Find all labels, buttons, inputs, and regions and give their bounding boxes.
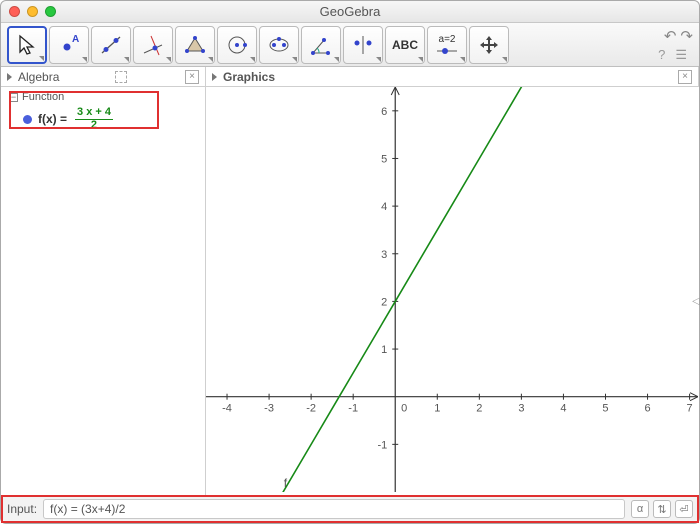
redo-button[interactable]: ↷ [680,27,693,45]
collapse-minus-icon: − [9,93,18,102]
graphics-panel[interactable]: -4 -3 -2 -1 0 1 2 3 4 5 6 7 -1 1 2 3 4 5 6 f ◁ [206,87,699,495]
svg-text:4: 4 [560,403,566,415]
svg-text:5: 5 [602,403,608,415]
polygon-tool[interactable] [175,26,215,64]
svg-text:2: 2 [476,403,482,415]
svg-text:1: 1 [381,344,387,356]
svg-text:-1: -1 [348,403,358,415]
move-view-tool[interactable] [469,26,509,64]
text-tool[interactable]: ABC [385,26,425,64]
line-tool[interactable] [91,26,131,64]
input-bar: Input: α ⇅ ⏎ [1,495,699,523]
app-window: GeoGebra A [0,0,700,524]
svg-text:A: A [72,34,79,45]
alpha-button[interactable]: α [631,500,649,518]
detach-icon[interactable] [115,71,127,83]
svg-text:-1: -1 [377,439,387,451]
angle-icon [309,33,333,57]
graphics-panel-header[interactable]: Graphics × [206,67,699,86]
svg-text:7: 7 [687,403,693,415]
window-controls [9,6,56,17]
svg-text:1: 1 [434,403,440,415]
algebra-panel: − Function f(x) = 3 x + 4 2 [1,87,206,495]
maximize-icon[interactable] [45,6,56,17]
svg-text:3: 3 [518,403,524,415]
slider-icon: a=2 [435,34,459,55]
svg-text:-3: -3 [264,403,274,415]
input-label: Input: [7,502,37,516]
close-panel-icon[interactable]: × [678,70,692,84]
svg-text:5: 5 [381,153,387,165]
point-icon: A [57,33,81,57]
point-tool[interactable]: A [49,26,89,64]
ellipse-icon [267,33,291,57]
undo-button[interactable]: ↶ [664,27,677,45]
reflect-icon [351,33,375,57]
svg-text:2: 2 [381,296,387,308]
cursor-icon [15,33,39,57]
input-field[interactable] [43,499,625,519]
svg-text:6: 6 [644,403,650,415]
side-collapse-icon[interactable]: ◁ [692,291,700,311]
text-icon: ABC [392,38,418,52]
toolbar: A [1,23,699,67]
function-item[interactable]: f(x) = 3 x + 4 2 [1,105,205,133]
visibility-dot-icon[interactable] [23,115,32,124]
algebra-panel-header[interactable]: Algebra × [1,67,206,86]
line-icon [99,33,123,57]
polygon-icon [183,33,207,57]
move-arrows-icon [477,33,501,57]
angle-tool[interactable] [301,26,341,64]
main-body: − Function f(x) = 3 x + 4 2 -4 -3 -2 -1 0 1 2 3… [1,87,699,495]
svg-text:3: 3 [381,249,387,261]
move-tool[interactable] [7,26,47,64]
input-icons: α ⇅ ⏎ [631,500,693,518]
graphics-title: Graphics [223,70,275,84]
algebra-title: Algebra [18,70,59,84]
svg-text:4: 4 [381,201,387,213]
enter-button[interactable]: ⏎ [675,500,693,518]
svg-text:-2: -2 [306,403,316,415]
history-button[interactable]: ⇅ [653,500,671,518]
function-fraction: 3 x + 4 2 [75,107,113,131]
function-section-header[interactable]: − Function [1,87,205,105]
svg-text:6: 6 [381,106,387,118]
svg-text:0: 0 [401,403,407,415]
panels-header: Algebra × Graphics × [1,67,699,87]
collapse-icon [7,73,12,81]
perpendicular-tool[interactable] [133,26,173,64]
svg-text:-4: -4 [222,403,232,415]
slider-tool[interactable]: a=2 [427,26,467,64]
chart-canvas: -4 -3 -2 -1 0 1 2 3 4 5 6 7 -1 1 2 3 4 5 6 f [206,87,698,492]
help-button[interactable]: ? [658,47,665,63]
conic-tool[interactable] [259,26,299,64]
svg-text:f: f [284,476,288,490]
section-label: Function [22,91,64,103]
close-panel-icon[interactable]: × [185,70,199,84]
window-title: GeoGebra [1,4,699,19]
function-label: f(x) = [38,112,67,126]
collapse-icon [212,73,217,81]
toolbar-right: ↶ ↷ ? ☰ [658,27,693,63]
reflect-tool[interactable] [343,26,383,64]
close-icon[interactable] [9,6,20,17]
perpendicular-icon [141,33,165,57]
title-bar: GeoGebra [1,1,699,23]
minimize-icon[interactable] [27,6,38,17]
circle-icon [225,33,249,57]
circle-tool[interactable] [217,26,257,64]
menu-button[interactable]: ☰ [675,47,687,63]
